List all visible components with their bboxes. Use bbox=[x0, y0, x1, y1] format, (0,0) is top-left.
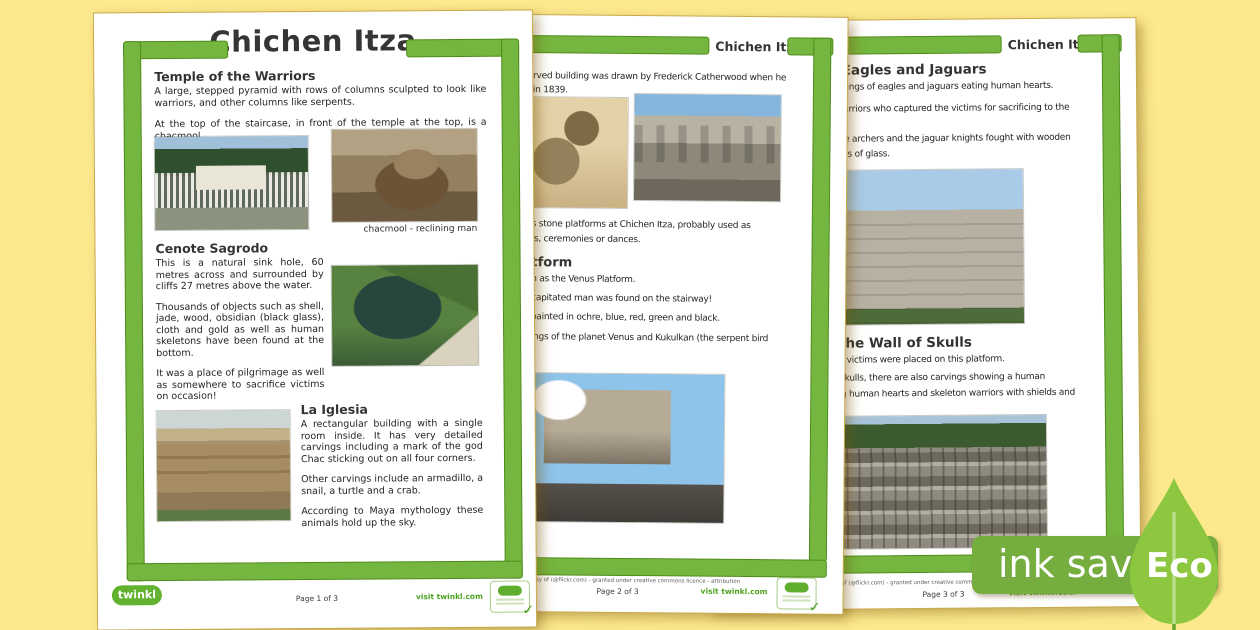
page1-iglesia-paragraph: According to Maya mythology these animal… bbox=[301, 505, 483, 529]
page1-cenote-paragraph: Thousands of objects such as shell, jade… bbox=[156, 300, 324, 359]
page1-cenote-paragraph: It was a place of pilgrimage as well as … bbox=[156, 367, 324, 403]
page1-heading-warriors: Temple of the Warriors bbox=[154, 68, 315, 84]
page1-heading-iglesia: La Iglesia bbox=[301, 402, 368, 417]
photo-wall-of-skulls bbox=[822, 415, 1047, 549]
resource-preview: Chichen Itza e Eagles and Jaguars carvin… bbox=[0, 0, 1260, 630]
page2-text-line: capitated man was found on the stairway! bbox=[531, 293, 712, 306]
page2-heading-venus-platform: tform bbox=[531, 255, 572, 270]
check-icon: ✓ bbox=[522, 602, 534, 618]
eco-label: Eco bbox=[1146, 546, 1213, 586]
twinkl-cloud-icon bbox=[498, 586, 522, 596]
page2-text-line: painted in ochre, blue, red, green and b… bbox=[531, 312, 720, 325]
page3-text-line: e warriors who captured the victims for … bbox=[828, 103, 1069, 116]
page3-text-line: ficial victims were placed on this platf… bbox=[824, 354, 1004, 367]
page2-text-line: ings of the planet Venus and Kukulkan (t… bbox=[531, 332, 768, 345]
page1-heading-cenote: Cenote Sagrodo bbox=[155, 240, 268, 256]
twinkl-cloud-icon bbox=[785, 582, 809, 592]
page3-text-line: l of skulls, there are also carvings sho… bbox=[825, 372, 1046, 385]
page3-text-line: carvings of eagles and jaguars eating hu… bbox=[828, 81, 1053, 94]
page2-visit-twinkl-link[interactable]: visit twinkl.com bbox=[701, 587, 768, 597]
page1-visit-twinkl-link[interactable]: visit twinkl.com bbox=[416, 592, 483, 601]
page1-iglesia-column: A rectangular building with a single roo… bbox=[301, 418, 484, 538]
photo-venus-platform bbox=[531, 373, 724, 523]
page1-bottom-border bbox=[127, 561, 523, 582]
page1-right-border bbox=[501, 39, 523, 579]
page1-left-border bbox=[123, 41, 145, 581]
photo-platform-eagles-jaguars bbox=[827, 169, 1024, 325]
page3-right-border bbox=[1102, 34, 1125, 555]
page2-text-line: s stone platforms at Chichen Itza, proba… bbox=[532, 219, 751, 232]
photo-cenote-sagrodo bbox=[332, 265, 479, 366]
page2-page-number: Page 2 of 3 bbox=[597, 587, 639, 596]
page3-heading-wall-of-skulls: The Wall of Skulls bbox=[836, 335, 972, 352]
page-1: Chichen Itza Temple of the Warriors A la… bbox=[94, 10, 536, 629]
photo-carved-building bbox=[634, 94, 781, 201]
page2-right-border bbox=[809, 38, 832, 562]
page3-text-line: were archers and the jaguar knights foug… bbox=[828, 133, 1070, 146]
page1-iglesia-paragraph: Other carvings include an armadillo, a s… bbox=[301, 473, 483, 497]
page2-text-line: n as the Venus Platform. bbox=[531, 274, 635, 286]
check-icon: ✓ bbox=[809, 600, 821, 616]
page2-text-line: in 1839. bbox=[533, 85, 568, 96]
page3-heading-eagles-jaguars: e Eagles and Jaguars bbox=[828, 61, 987, 78]
page2-text-line: ls, ceremonies or dances. bbox=[532, 234, 641, 246]
page3-text-line: ating human hearts and skeleton warriors… bbox=[825, 388, 1075, 401]
page3-page-number: Page 3 of 3 bbox=[922, 590, 964, 599]
page2-text-line: rved building was drawn by Frederick Cat… bbox=[533, 71, 786, 84]
page1-cenote-paragraph: This is a natural sink hole, 60 metres a… bbox=[156, 257, 324, 293]
photo-la-iglesia bbox=[157, 410, 291, 521]
twinkl-quality-stamp: ✓ bbox=[490, 581, 530, 613]
page1-warriors-paragraph: A large, stepped pyramid with rows of co… bbox=[154, 84, 486, 109]
page2-photo-attribution: Photo courtesy of (@flickr.com) - grante… bbox=[501, 577, 740, 585]
chacmool-caption: chacmool - reclining man bbox=[332, 224, 477, 235]
photo-chacmool bbox=[332, 129, 478, 222]
page1-iglesia-paragraph: A rectangular building with a single roo… bbox=[301, 418, 483, 465]
photo-temple-of-warriors bbox=[155, 136, 309, 230]
twinkl-quality-stamp: ✓ bbox=[776, 577, 816, 609]
page1-cenote-column: This is a natural sink hole, 60 metres a… bbox=[156, 257, 325, 412]
